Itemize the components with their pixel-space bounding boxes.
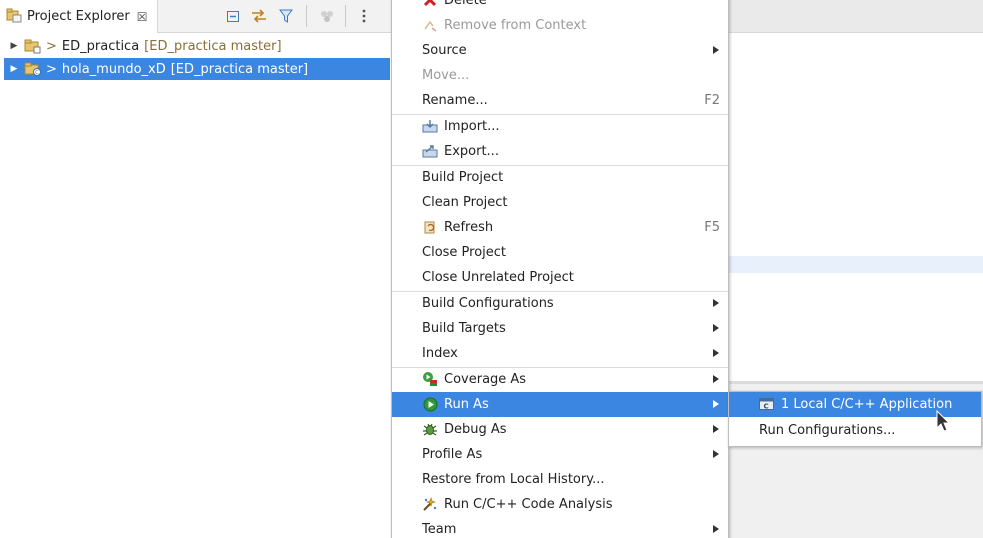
close-icon[interactable]: ☒ <box>137 10 148 24</box>
expand-arrow-icon[interactable]: ▶ <box>7 64 21 74</box>
refresh-icon <box>422 219 438 235</box>
context-menu: Delete Remove from Context Source Move..… <box>391 0 729 538</box>
remove-context-icon <box>422 17 438 33</box>
menu-item-run-as[interactable]: Run As <box>392 392 728 417</box>
tree-item-ed-practica[interactable]: ▶ > ED_practica [ED_practica master] <box>4 35 390 57</box>
menu-item-move[interactable]: Move... <box>392 63 728 88</box>
tree-item-hola-mundo-xd[interactable]: ▶ C > hola_mundo_xD [ED_practica master] <box>4 58 390 80</box>
menu-item-restore-from-local-history[interactable]: Restore from Local History... <box>392 467 728 492</box>
menu-item-remove-from-context[interactable]: Remove from Context <box>392 13 728 38</box>
coverage-icon <box>422 371 438 387</box>
project-explorer-view: Project Explorer ☒ ▶ > ED_practica [ED_p… <box>0 0 392 538</box>
submenu-arrow-icon <box>713 375 719 383</box>
menu-item-build-project[interactable]: Build Project <box>392 165 728 190</box>
view-title: Project Explorer <box>27 9 130 24</box>
svg-text:C: C <box>764 403 769 411</box>
submenu-arrow-icon <box>713 425 719 433</box>
menu-item-close-project[interactable]: Close Project <box>392 240 728 265</box>
c-application-icon: C <box>759 397 774 411</box>
menu-item-import[interactable]: Import... <box>392 114 728 139</box>
submenu-arrow-icon <box>713 324 719 332</box>
menu-item-debug-as[interactable]: Debug As <box>392 417 728 442</box>
project-name: hola_mundo_xD <box>61 61 166 77</box>
menu-item-index[interactable]: Index <box>392 341 728 366</box>
menu-item-source[interactable]: Source <box>392 38 728 63</box>
submenu-arrow-icon <box>713 349 719 357</box>
menu-item-coverage-as[interactable]: Coverage As <box>392 367 728 392</box>
filter-icon[interactable] <box>277 7 295 25</box>
submenu-arrow-icon <box>713 299 719 307</box>
submenu-arrow-icon <box>713 46 719 54</box>
import-icon <box>422 118 438 134</box>
delete-icon <box>422 0 438 8</box>
view-menu-icon[interactable] <box>355 7 373 25</box>
mouse-cursor-icon <box>936 409 952 434</box>
c-project-folder-icon: C <box>24 61 42 77</box>
toolbar-separator <box>345 5 346 27</box>
git-dirty-marker: > <box>46 38 57 54</box>
menu-item-team[interactable]: Team <box>392 517 728 538</box>
tab-project-explorer[interactable]: Project Explorer ☒ <box>0 0 158 33</box>
run-icon <box>422 396 438 412</box>
editor-current-line <box>728 256 983 273</box>
submenu-arrow-icon <box>713 400 719 408</box>
focus-icon[interactable] <box>318 7 336 25</box>
menu-item-run-code-analysis[interactable]: Run C/C++ Code Analysis <box>392 492 728 517</box>
menu-item-delete[interactable]: Delete <box>392 0 728 13</box>
menu-item-export[interactable]: Export... <box>392 139 728 164</box>
link-with-editor-icon[interactable] <box>250 7 268 25</box>
expand-arrow-icon[interactable]: ▶ <box>7 41 21 51</box>
menu-item-rename[interactable]: Rename... F2 <box>392 88 728 113</box>
submenu-arrow-icon <box>713 525 719 533</box>
project-folder-icon <box>24 38 42 54</box>
project-explorer-icon <box>6 7 22 27</box>
view-header: Project Explorer ☒ <box>0 0 392 33</box>
shortcut-label: F2 <box>704 93 720 108</box>
project-name: ED_practica <box>61 38 140 54</box>
menu-item-build-configurations[interactable]: Build Configurations <box>392 291 728 316</box>
menu-item-build-targets[interactable]: Build Targets <box>392 316 728 341</box>
menu-item-refresh[interactable]: Refresh F5 <box>392 215 728 240</box>
git-dirty-marker: > <box>46 61 57 77</box>
git-branch-decoration: [ED_practica master] <box>144 38 282 54</box>
svg-text:C: C <box>35 70 39 76</box>
code-analysis-icon <box>422 496 438 512</box>
menu-item-profile-as[interactable]: Profile As <box>392 442 728 467</box>
export-icon <box>422 143 438 159</box>
submenu-arrow-icon <box>713 450 719 458</box>
shortcut-label: F5 <box>704 220 720 235</box>
git-branch-decoration: [ED_practica master] <box>170 61 309 77</box>
menu-item-close-unrelated-project[interactable]: Close Unrelated Project <box>392 265 728 290</box>
collapse-all-icon[interactable] <box>224 7 242 25</box>
debug-icon <box>422 421 438 437</box>
toolbar-separator <box>306 5 307 27</box>
menu-item-clean-project[interactable]: Clean Project <box>392 190 728 215</box>
